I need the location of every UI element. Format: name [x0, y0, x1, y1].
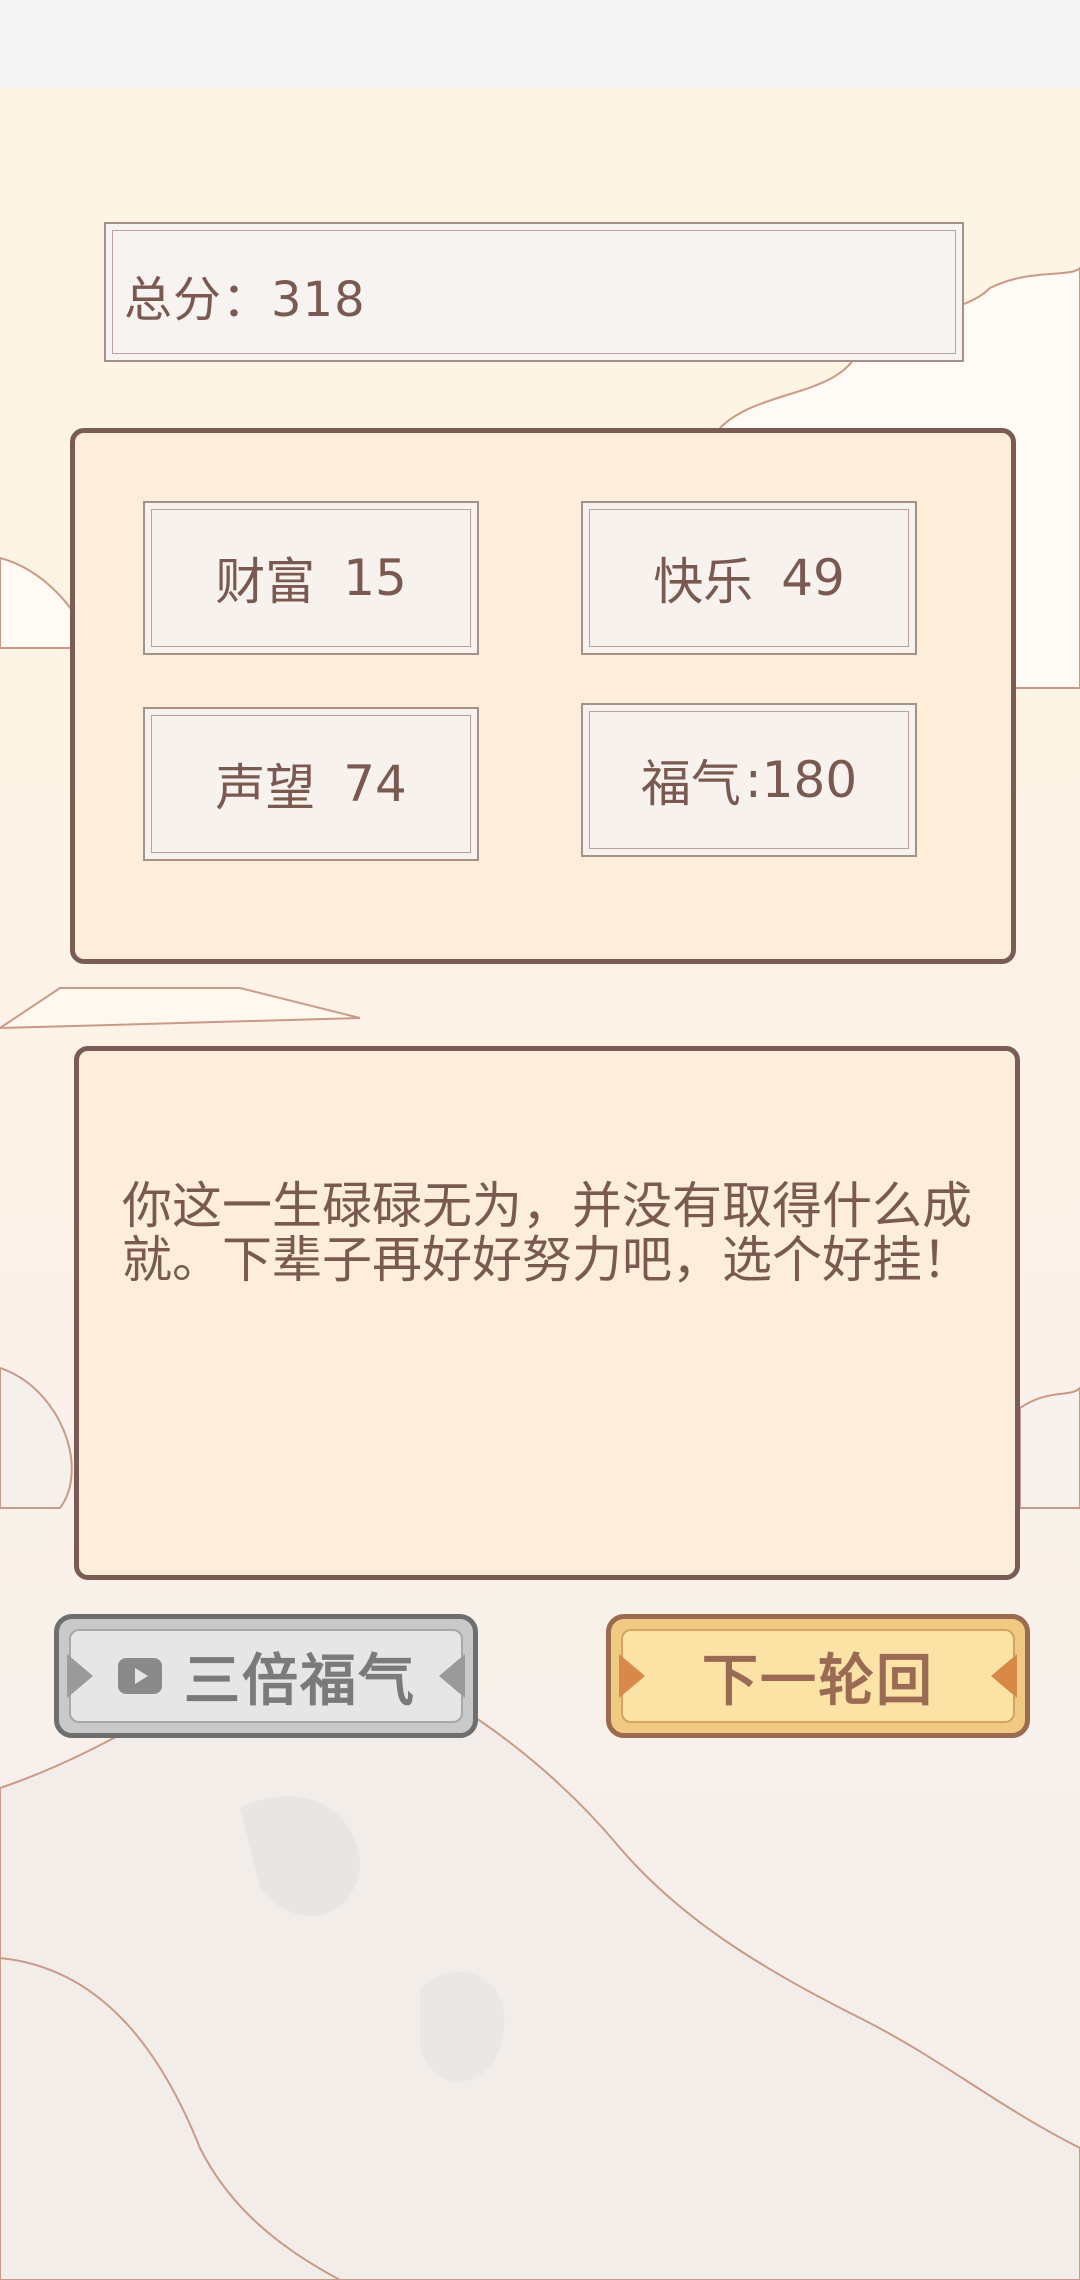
stat-value: :180 [744, 751, 858, 809]
arrow-right-icon [991, 1654, 1017, 1698]
stat-value: 74 [343, 755, 407, 813]
video-icon [118, 1658, 162, 1694]
stat-label: 声望 [215, 759, 316, 817]
stat-card-wealth: 财富 15 [143, 501, 479, 655]
next-round-button[interactable]: 下一轮回 [606, 1614, 1030, 1738]
stat-value: 49 [781, 549, 845, 607]
stat-label: 快乐 [653, 553, 754, 611]
arrow-left-icon [67, 1654, 93, 1698]
arrow-left-icon [619, 1654, 645, 1698]
stats-panel: 财富 15 快乐 49 声望 74 福气 :180 [70, 428, 1016, 964]
stat-label: 福气 [640, 755, 741, 813]
total-score-text: 总分：318 [124, 272, 366, 328]
triple-fortune-label: 三倍福气 [184, 1648, 416, 1714]
triple-fortune-button[interactable]: 三倍福气 [54, 1614, 478, 1738]
next-round-label: 下一轮回 [702, 1648, 934, 1714]
status-bar [0, 0, 1080, 88]
total-score-box: 总分：318 [104, 222, 964, 362]
message-panel: 你这一生碌碌无为，并没有取得什么成就。下辈子再好好努力吧，选个好挂！ [74, 1046, 1020, 1580]
stat-label: 财富 [215, 553, 316, 611]
stat-value: 15 [343, 549, 407, 607]
stat-card-happiness: 快乐 49 [581, 501, 917, 655]
stat-card-fortune: 福气 :180 [581, 703, 917, 857]
stat-card-reputation: 声望 74 [143, 707, 479, 861]
arrow-right-icon [439, 1654, 465, 1698]
life-summary-text: 你这一生碌碌无为，并没有取得什么成就。下辈子再好好努力吧，选个好挂！ [122, 1177, 972, 1289]
